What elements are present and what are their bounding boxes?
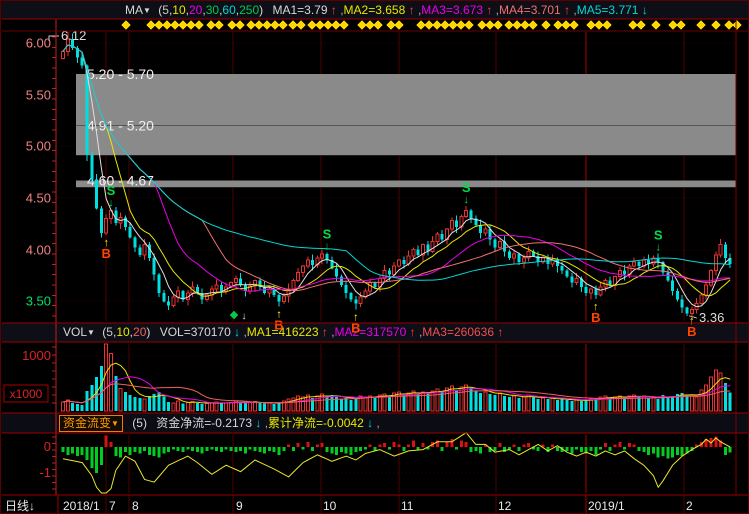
svg-text:-1: -1 (39, 465, 51, 480)
chart-canvas[interactable]: 5.20 - 5.70 4.91 - 5.20 4.60 - 4.676.123.3… (1, 1, 749, 514)
svg-text:5.50: 5.50 (26, 88, 51, 103)
vol-indicator-header: VOL▼ (5,10,20) VOL=370170 ↓ ,MA1=416223 … (1, 323, 749, 342)
ma-indicator-header: MA▼ (5,10,20,30,60,250) MA1=3.79 ↑ ,MA2=… (1, 1, 749, 19)
svg-text:↓: ↓ (655, 242, 661, 254)
svg-text:6.12: 6.12 (61, 28, 86, 43)
volume-bars (62, 344, 732, 411)
svg-text:6.00: 6.00 (26, 36, 51, 51)
money-flow-header: 资金流变▼ (5) 资金净流=-0.2173 ↓ ,累计净流=-0.0042 ↓… (1, 413, 749, 433)
svg-text:1000: 1000 (22, 348, 51, 363)
svg-text:0: 0 (44, 439, 51, 454)
svg-text:↑: ↑ (593, 301, 599, 313)
svg-text:5.20 - 5.70: 5.20 - 5.70 (87, 66, 154, 82)
stock-chart-window: MA▼ (5,10,20,30,60,250) MA1=3.79 ↑ ,MA2=… (0, 0, 749, 514)
event-diamond-icons (121, 20, 741, 29)
svg-text:4.50: 4.50 (26, 191, 51, 206)
svg-text:4.60 - 4.67: 4.60 - 4.67 (87, 172, 154, 188)
svg-text:↓: ↓ (324, 241, 330, 253)
trade-signal-markers: ↑BS↓↑BS↓↑BS↓↑BS↓↑B (102, 180, 697, 339)
svg-text:↓: ↓ (108, 197, 114, 209)
resistance-bands: 5.20 - 5.70 4.91 - 5.20 4.60 - 4.67 (76, 66, 736, 188)
period-label: 日线 (5, 499, 29, 513)
svg-text:5.00: 5.00 (26, 139, 51, 154)
svg-text:↑: ↑ (353, 312, 359, 324)
vol-label: VOL (63, 325, 87, 339)
ma-values: MA1=3.79 ↑ ,MA2=3.658 ↑ ,MA3=3.673 ↑ ,MA… (272, 3, 647, 17)
svg-text:4.91 - 5.20: 4.91 - 5.20 (87, 118, 154, 134)
chevron-down-icon: ▼ (111, 419, 119, 428)
svg-text:↑: ↑ (276, 309, 282, 321)
ma-params: (5,10,20,30,60,250) (158, 3, 263, 17)
svg-text:S: S (107, 183, 116, 198)
svg-text:4.00: 4.00 (26, 243, 51, 258)
price-annotations: 6.123.36↓ (49, 28, 724, 325)
volume-ma-lines (63, 363, 730, 403)
svg-text:S: S (654, 228, 663, 243)
grid (57, 32, 736, 514)
candlesticks (62, 32, 732, 320)
money-flow-bars (62, 435, 732, 473)
money-flow-param: (5) (132, 416, 147, 430)
arrow-down-icon: ↓ (29, 499, 35, 513)
vol-indicator-dropdown[interactable]: VOL▼ (63, 325, 98, 339)
svg-text:↓: ↓ (242, 311, 247, 322)
chevron-down-icon: ▼ (87, 328, 95, 337)
time-axis-bar: 日线↓ (1, 495, 749, 514)
svg-text:x1000: x1000 (10, 387, 43, 401)
ma-indicator-dropdown[interactable]: MA▼ (125, 3, 154, 17)
svg-text:B: B (102, 246, 111, 261)
money-flow-dropdown[interactable]: 资金流变▼ (59, 415, 123, 432)
svg-text:S: S (323, 227, 332, 242)
svg-text:3.50: 3.50 (26, 294, 51, 309)
money-flow-line (63, 433, 730, 493)
vol-params: (5,10,20) (102, 325, 150, 339)
svg-text:↓: ↓ (463, 194, 469, 206)
period-selector[interactable]: 日线↓ (5, 497, 35, 514)
svg-text:↑: ↑ (103, 237, 109, 249)
svg-text:S: S (462, 180, 471, 195)
vol-values: VOL=370170 ↓ ,MA1=416223 ↑ ,MA2=317570 ↑… (160, 325, 504, 339)
money-flow-button-label: 资金流变 (63, 416, 111, 430)
money-flow-values: 资金净流=-0.2173 ↓ ,累计净流=-0.0042 ↓ , (156, 416, 379, 430)
ma-label: MA (125, 3, 143, 17)
chevron-down-icon: ▼ (143, 6, 151, 15)
price-ma-lines (63, 45, 730, 307)
